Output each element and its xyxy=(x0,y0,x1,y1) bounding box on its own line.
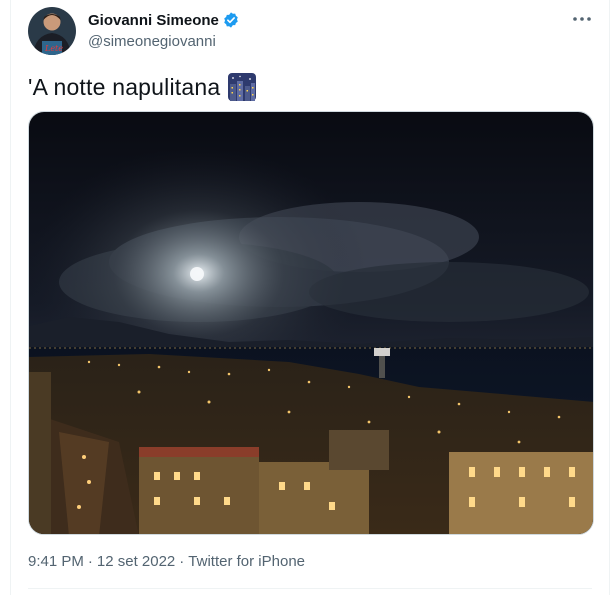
tweet-text: 'A notte napulitana xyxy=(28,73,221,100)
tweet-body: 'A notte napulitana xyxy=(28,73,257,101)
author-name[interactable]: Giovanni Simeone xyxy=(88,12,219,29)
tweet-card: Lete Giovanni Simeone @simeonegiovanni '… xyxy=(10,0,610,595)
svg-text:Lete: Lete xyxy=(44,44,63,53)
author-avatar[interactable]: Lete xyxy=(28,7,76,55)
night-city-emoji-icon xyxy=(228,73,257,101)
tweet-meta: 9:41 PM · 12 set 2022 · Twitter for iPho… xyxy=(28,553,305,570)
more-options-button[interactable] xyxy=(571,8,593,30)
meta-separator: · xyxy=(179,553,185,570)
author-name-row[interactable]: Giovanni Simeone xyxy=(88,11,240,29)
divider xyxy=(28,588,592,589)
more-dots-icon xyxy=(573,17,591,21)
tweet-photo[interactable] xyxy=(28,111,594,535)
tweet-date[interactable]: 12 set 2022 xyxy=(97,553,175,570)
meta-separator: · xyxy=(87,553,93,570)
tweet-source[interactable]: Twitter for iPhone xyxy=(188,553,305,570)
verified-badge-icon xyxy=(224,12,238,28)
naples-night-photo xyxy=(29,112,593,534)
tweet-time[interactable]: 9:41 PM xyxy=(28,553,84,570)
author-handle[interactable]: @simeonegiovanni xyxy=(88,33,216,50)
